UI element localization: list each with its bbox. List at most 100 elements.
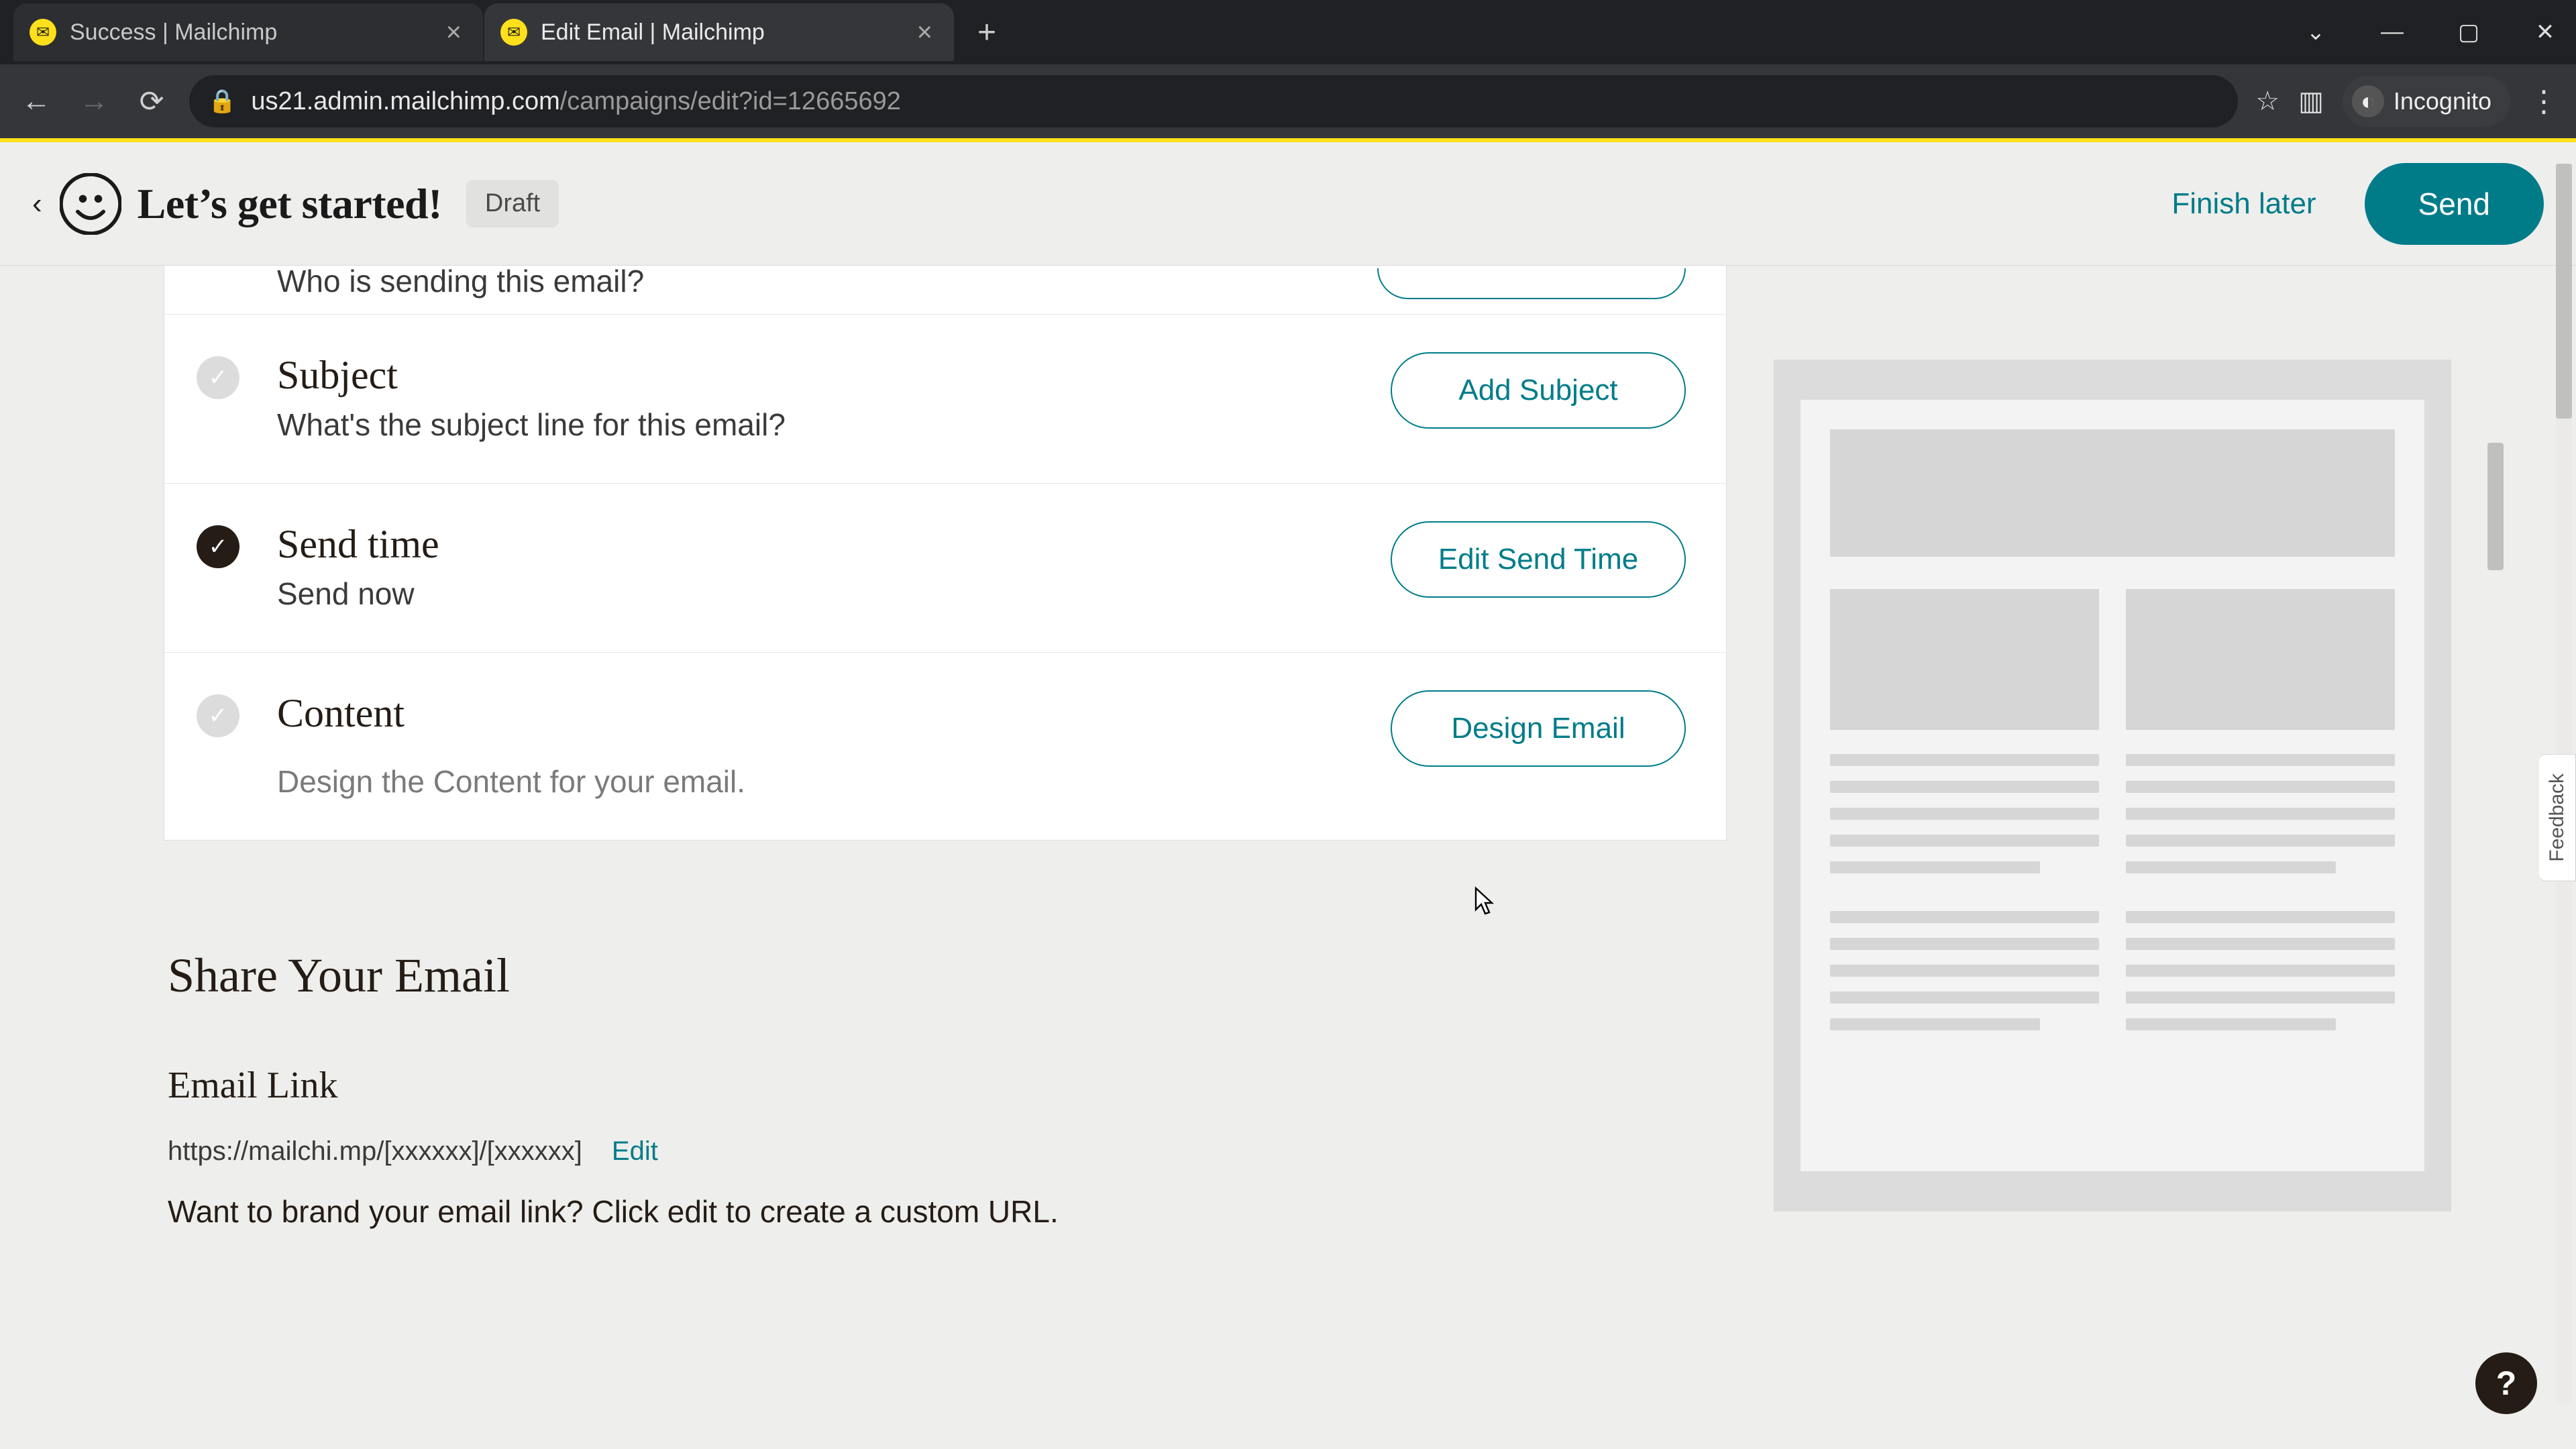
row-from-subtitle: Who is sending this email? [277, 266, 1377, 299]
placeholder-columns [1830, 589, 2395, 1045]
row-subject-subtitle: What's the subject line for this email? [277, 407, 1375, 443]
placeholder-line [1830, 754, 2099, 766]
placeholder-line [1830, 911, 2099, 923]
checklist-card: Who is sending this email? ✓ Subject Wha… [164, 266, 1727, 841]
share-subtitle: Email Link [168, 1064, 1727, 1107]
placeholder-line [1830, 781, 2099, 793]
placeholder-line [2126, 835, 2395, 847]
close-tab-icon[interactable]: × [441, 19, 467, 46]
placeholder-line [1830, 965, 2099, 977]
mailchimp-favicon: ✉ [30, 19, 56, 46]
extensions-icon[interactable]: ▥ [2298, 86, 2324, 117]
row-subject: ✓ Subject What's the subject line for th… [164, 314, 1726, 483]
back-icon[interactable]: ← [16, 85, 56, 118]
tab-bar: ✉ Success | Mailchimp × ✉ Edit Email | M… [0, 0, 2576, 64]
header-actions: Finish later Send [2142, 163, 2544, 245]
browser-chrome: ✉ Success | Mailchimp × ✉ Edit Email | M… [0, 0, 2576, 138]
share-title: Share Your Email [168, 948, 1727, 1004]
placeholder-hero [1830, 429, 2395, 557]
row-body: Content Design the Content for your emai… [277, 690, 1375, 800]
placeholder-line [1830, 991, 2099, 1004]
new-tab-button[interactable]: + [963, 9, 1010, 56]
feedback-tab[interactable]: Feedback [2539, 754, 2576, 881]
preview-wrap [1774, 360, 2576, 1212]
row-subject-title: Subject [277, 352, 1375, 398]
right-column [1774, 266, 2576, 1230]
bookmark-star-icon[interactable]: ☆ [2255, 86, 2279, 117]
maximize-icon[interactable]: ▢ [2449, 19, 2489, 46]
placeholder-col [1830, 589, 2099, 1045]
incognito-label: Incognito [2394, 87, 2491, 115]
url-input[interactable]: 🔒 us21.admin.mailchimp.com/campaigns/edi… [189, 75, 2238, 127]
add-from-button-edge[interactable] [1377, 268, 1686, 299]
row-content-subtitle: Design the Content for your email. [277, 763, 1375, 800]
placeholder-col [2126, 589, 2395, 1045]
url-host: us21.admin.mailchimp.com [251, 87, 559, 116]
mailchimp-favicon: ✉ [500, 19, 527, 46]
main-content: Who is sending this email? ✓ Subject Wha… [0, 266, 2576, 1230]
status-check-icon: ✓ [197, 694, 239, 737]
lock-icon: 🔒 [208, 88, 236, 115]
placeholder-line [2126, 991, 2395, 1004]
placeholder-line [2126, 938, 2395, 950]
window-controls: ⌄ — ▢ ✕ [2296, 19, 2565, 46]
placeholder-line [2126, 754, 2395, 766]
add-subject-button[interactable]: Add Subject [1391, 352, 1686, 429]
minimize-icon[interactable]: — [2372, 19, 2412, 46]
send-button[interactable]: Send [2365, 163, 2544, 245]
row-send-time-title: Send time [277, 521, 1375, 568]
chevron-down-icon[interactable]: ⌄ [2296, 19, 2336, 46]
row-body: Subject What's the subject line for this… [277, 352, 1375, 443]
share-section: Share Your Email Email Link https://mail… [164, 948, 1727, 1230]
placeholder-line [2126, 808, 2395, 820]
status-check-done-icon: ✓ [197, 525, 239, 568]
toolbar-right: ☆ ▥ ◐ Incognito ⋮ [2255, 76, 2560, 127]
row-send-time-subtitle: Send now [277, 576, 1375, 612]
mailchimp-logo[interactable] [60, 173, 121, 235]
placeholder-line [2126, 911, 2395, 923]
row-body: Send time Send now [277, 521, 1375, 612]
placeholder-line [2126, 861, 2336, 873]
close-tab-icon[interactable]: × [912, 19, 938, 46]
placeholder-image [2126, 589, 2395, 730]
browser-menu-icon[interactable]: ⋮ [2529, 85, 2560, 119]
row-content-title: Content [277, 690, 1375, 737]
close-window-icon[interactable]: ✕ [2525, 19, 2565, 46]
edit-send-time-button[interactable]: Edit Send Time [1391, 521, 1686, 598]
address-bar: ← → ⟳ 🔒 us21.admin.mailchimp.com/campaig… [0, 64, 2576, 138]
edit-link-button[interactable]: Edit [612, 1136, 658, 1167]
email-link-url: https://mailchi.mp/[xxxxxx]/[xxxxxx] [168, 1136, 582, 1167]
placeholder-line [1830, 835, 2099, 847]
share-description: Want to brand your email link? Click edi… [168, 1193, 1727, 1230]
page-title: Let’s get started! [138, 179, 442, 229]
back-chevron-icon[interactable]: ‹ [32, 187, 42, 221]
left-column: Who is sending this email? ✓ Subject Wha… [164, 266, 1727, 1230]
row-send-time: ✓ Send time Send now Edit Send Time [164, 483, 1726, 652]
reload-icon[interactable]: ⟳ [131, 85, 172, 119]
draft-badge: Draft [466, 180, 559, 227]
placeholder-line [1830, 938, 2099, 950]
url-path: /campaigns/edit?id=12665692 [560, 87, 901, 116]
design-email-button[interactable]: Design Email [1391, 690, 1686, 767]
placeholder-line [2126, 781, 2395, 793]
row-from-partial: Who is sending this email? [164, 266, 1726, 314]
tab-success[interactable]: ✉ Success | Mailchimp × [13, 3, 483, 61]
placeholder-image [1830, 589, 2099, 730]
preview-inner [1801, 400, 2424, 1171]
placeholder-line [1830, 861, 2040, 873]
finish-later-button[interactable]: Finish later [2142, 168, 2345, 239]
help-button[interactable]: ? [2475, 1352, 2537, 1414]
app-header: ‹ Let’s get started! Draft Finish later … [0, 142, 2576, 266]
tab-edit-email[interactable]: ✉ Edit Email | Mailchimp × [484, 3, 954, 61]
row-content: ✓ Content Design the Content for your em… [164, 652, 1726, 840]
status-check-icon: ✓ [197, 356, 239, 399]
email-link-row: https://mailchi.mp/[xxxxxx]/[xxxxxx] Edi… [168, 1136, 1727, 1167]
incognito-icon: ◐ [2352, 85, 2384, 117]
tab-title: Success | Mailchimp [70, 19, 441, 46]
placeholder-line [2126, 1018, 2336, 1030]
placeholder-line [1830, 1018, 2040, 1030]
incognito-chip[interactable]: ◐ Incognito [2343, 76, 2510, 127]
email-preview[interactable] [1774, 360, 2451, 1212]
forward-icon[interactable]: → [74, 85, 114, 118]
placeholder-line [1830, 808, 2099, 820]
